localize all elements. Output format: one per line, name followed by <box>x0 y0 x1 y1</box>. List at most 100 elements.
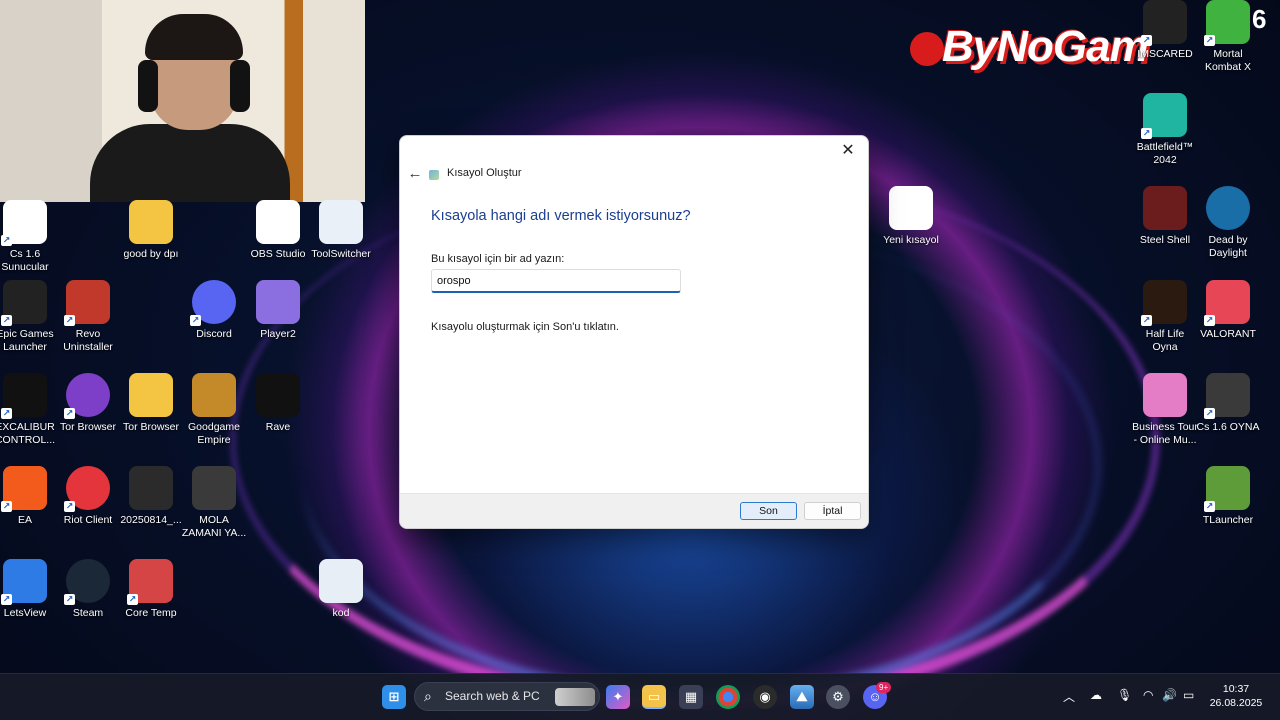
search-highlight-art <box>555 688 595 706</box>
desktop-icon[interactable]: ↗ Core Temp <box>113 559 189 620</box>
search-icon: ⌕ <box>424 688 432 704</box>
desktop-icon[interactable]: ↗ TLauncher <box>1190 466 1266 527</box>
folder-icon <box>129 200 173 244</box>
desktop-icon-label: Core Temp <box>125 607 177 619</box>
shortcut-arrow-icon: ↗ <box>1 235 12 246</box>
thermometer-icon: ↗ <box>127 559 173 605</box>
back-button[interactable]: ← <box>404 164 426 184</box>
search-box[interactable]: ⌕ Search web & PC <box>414 682 600 711</box>
wifi-icon[interactable]: ◠ <box>1143 688 1153 702</box>
desktop-icon-label: ToolSwitcher <box>311 248 371 260</box>
finish-button[interactable]: Son <box>740 502 797 520</box>
chrome-icon[interactable] <box>716 685 740 709</box>
brand-logo-text: ByNoGam <box>942 22 1149 71</box>
clock-date: 26.08.2025 <box>1209 697 1263 709</box>
battery-icon[interactable]: ▭ <box>1183 688 1194 702</box>
tor-icon: ↗ <box>64 373 110 419</box>
desktop-icon-label: TLauncher <box>1202 514 1254 526</box>
taskbar: ⊞ ⌕ Search web & PC ✦ ▭ ▦ ◉ ⛰ ⚙ ☺ 9+ ︿ ☁… <box>0 673 1280 720</box>
shortcut-arrow-icon: ↗ <box>1 315 12 326</box>
store-icon[interactable]: ▦ <box>679 685 703 709</box>
ea-icon: ↗ <box>1 466 47 512</box>
document-icon <box>319 200 363 244</box>
desktop-icon[interactable]: ↗ Cs 1.6 OYNA <box>1190 373 1266 434</box>
clock-time: 10:37 <box>1222 683 1250 695</box>
revo-icon: ↗ <box>64 280 110 326</box>
chrome-icon: ↗ <box>1 200 47 246</box>
shortcut-arrow-icon: ↗ <box>1141 315 1152 326</box>
create-shortcut-dialog: ✕ ← Kısayol Oluştur Kısayola hangi adı v… <box>399 135 869 529</box>
microphone-icon[interactable]: 🎙 <box>1117 688 1132 702</box>
dialog-footer: Son İptal <box>400 493 868 528</box>
desktop-icon[interactable]: ↗ Cs 1.6 Sunucular <box>0 200 63 274</box>
desktop-icon[interactable]: Rave <box>240 373 316 434</box>
desktop-icon[interactable]: ToolSwitcher <box>303 200 379 261</box>
shortcut-arrow-icon: ↗ <box>1 501 12 512</box>
desktop-icon-label: VALORANT <box>1200 328 1256 340</box>
dialog-heading: Kısayola hangi adı vermek istiyorsunuz? <box>431 208 691 224</box>
settings-icon[interactable]: ⚙ <box>826 685 850 709</box>
headphones-icon <box>230 60 250 112</box>
riot-icon: ↗ <box>64 466 110 512</box>
brand-logo-mark <box>910 32 944 66</box>
desktop-icon[interactable]: good by dpı <box>113 200 189 261</box>
shortcut-arrow-icon: ↗ <box>1204 408 1215 419</box>
video-icon <box>192 466 236 510</box>
webcam-person-hair <box>145 14 243 60</box>
document-icon <box>256 200 300 244</box>
desktop-icon[interactable]: Yeni kısayol <box>873 186 949 247</box>
half-life-icon: ↗ <box>1141 280 1187 326</box>
rave-icon <box>256 373 300 417</box>
desktop-icon-label: Rave <box>265 421 291 433</box>
desktop-icon[interactable]: ↗ Mortal Kombat X <box>1190 0 1266 74</box>
desktop-icon-label: kod <box>332 607 350 619</box>
clock[interactable]: 10:37 26.08.2025 <box>1206 682 1266 710</box>
shortcut-name-input[interactable] <box>431 269 681 293</box>
player2-icon <box>256 280 300 324</box>
desktop-icon-label: MOLA ZAMANI YA... <box>181 514 247 539</box>
shortcut-arrow-icon: ↗ <box>1204 315 1215 326</box>
minecraft-icon: ↗ <box>1204 466 1250 512</box>
start-icon[interactable]: ⊞ <box>382 685 406 709</box>
copilot-icon[interactable]: ✦ <box>606 685 630 709</box>
desktop-icon[interactable]: ↗ Battlefield™ 2042 <box>1127 93 1203 167</box>
mortal-kombat-icon: ↗ <box>1204 0 1250 46</box>
close-button[interactable]: ✕ <box>836 140 860 162</box>
discord-icon: ↗ <box>190 280 236 326</box>
epic-games-icon: ↗ <box>1 280 47 326</box>
obs-icon[interactable]: ◉ <box>753 685 777 709</box>
desktop-icon[interactable]: MOLA ZAMANI YA... <box>176 466 252 540</box>
photos-icon[interactable]: ⛰ <box>790 685 814 709</box>
brand-logo: ByNoGam <box>910 20 1149 76</box>
desktop-icon[interactable]: Player2 <box>240 280 316 341</box>
notification-badge: 9+ <box>876 682 892 693</box>
shortcut-arrow-icon: ↗ <box>64 594 75 605</box>
desktop-icon[interactable]: ↗ VALORANT <box>1190 280 1266 341</box>
shortcut-arrow-icon: ↗ <box>64 315 75 326</box>
desktop-icon-label: Mortal Kombat X <box>1204 48 1252 73</box>
desktop-icon[interactable]: kod <box>303 559 379 620</box>
shortcut-wizard-icon <box>429 170 439 180</box>
letsview-icon: ↗ <box>1 559 47 605</box>
shortcut-arrow-icon: ↗ <box>64 408 75 419</box>
steam-icon: ↗ <box>64 559 110 605</box>
cancel-button[interactable]: İptal <box>804 502 861 520</box>
desktop-icon-label: Cs 1.6 Sunucular <box>1 248 49 273</box>
valorant-icon: ↗ <box>1204 280 1250 326</box>
shortcut-arrow-icon: ↗ <box>1204 501 1215 512</box>
show-hidden-icons-chevron-icon[interactable]: ︿ <box>1063 688 1075 705</box>
desktop-icon-label: Cs 1.6 OYNA <box>1196 421 1260 433</box>
webcam-overlay <box>0 0 365 202</box>
text-file-icon <box>319 559 363 603</box>
weather-icon[interactable]: ☁ <box>1090 688 1102 702</box>
volume-icon[interactable]: 🔊 <box>1162 688 1177 702</box>
desktop-icon[interactable]: ↗ Revo Uninstaller <box>50 280 126 354</box>
dialog-title: Kısayol Oluştur <box>447 167 522 179</box>
desktop-icon[interactable]: Dead by Daylight <box>1190 186 1266 260</box>
dead-by-daylight-icon <box>1206 186 1250 230</box>
file-explorer-icon[interactable]: ▭ <box>642 685 666 709</box>
blank-file-icon <box>889 186 933 230</box>
desktop-icon-label: Yeni kısayol <box>883 234 939 246</box>
steel-shell-icon <box>1143 186 1187 230</box>
crown-icon <box>192 373 236 417</box>
